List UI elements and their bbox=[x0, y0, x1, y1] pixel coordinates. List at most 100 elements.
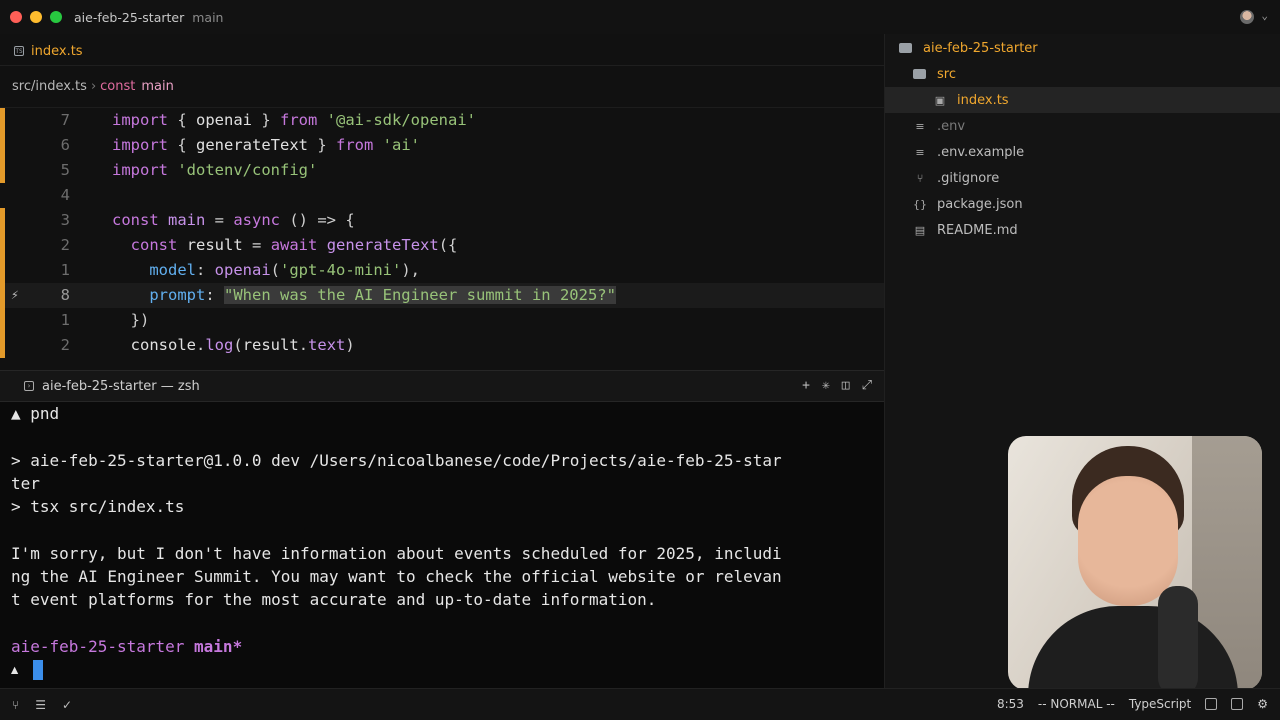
outline-icon[interactable]: ☰ bbox=[35, 698, 46, 712]
code-line[interactable]: 2 const result = await generateText({ bbox=[0, 233, 884, 258]
breadcrumb-file[interactable]: src/index.ts bbox=[12, 79, 87, 94]
explorer-file[interactable]: ≡ .env bbox=[913, 113, 965, 139]
git-change-marker bbox=[0, 133, 5, 158]
file-icon: ≡ bbox=[915, 119, 925, 133]
code-token: generateText bbox=[326, 236, 439, 254]
new-terminal-icon[interactable]: + bbox=[802, 378, 810, 393]
code-line[interactable]: 2 console.log(result.text) bbox=[0, 333, 884, 358]
code-line[interactable]: 4 bbox=[0, 183, 884, 208]
copilot-icon[interactable] bbox=[1205, 698, 1218, 710]
line-number: 5 bbox=[60, 161, 70, 179]
explorer-file[interactable]: ⑂ .gitignore bbox=[913, 165, 1000, 191]
code-token: : bbox=[196, 261, 215, 279]
line-number: 4 bbox=[60, 186, 70, 204]
code-token: () => { bbox=[280, 211, 355, 229]
code-line[interactable]: 7 import { openai } from '@ai-sdk/openai' bbox=[0, 108, 884, 133]
code-line[interactable]: 5 import 'dotenv/config' bbox=[0, 158, 884, 183]
code-line[interactable]: 6 import { generateText } from 'ai' bbox=[0, 133, 884, 158]
code-text: console.log(result.text) bbox=[112, 333, 355, 358]
code-token: . bbox=[196, 336, 206, 354]
terminal-line: > tsx src/index.ts bbox=[11, 497, 185, 517]
explorer-file[interactable]: ▤ README.md bbox=[913, 217, 1018, 243]
code-line[interactable]: 3 const main = async () => { bbox=[0, 208, 884, 233]
code-text: const main = async () => { bbox=[112, 208, 355, 233]
code-text: import { generateText } from 'ai' bbox=[112, 133, 420, 158]
explorer-file-label: .env.example bbox=[937, 144, 1025, 160]
settings-icon[interactable]: ⚙ bbox=[1257, 697, 1268, 711]
prompt-branch: main* bbox=[194, 637, 243, 656]
terminal-title: aie-feb-25-starter — zsh bbox=[42, 378, 200, 394]
expand-icon[interactable]: ⤢ bbox=[862, 378, 872, 393]
minimize-window-button[interactable] bbox=[30, 11, 42, 23]
terminal-line: I'm sorry, but I don't have information … bbox=[11, 543, 782, 563]
code-token: model bbox=[149, 261, 196, 279]
code-line[interactable]: ⚡ 8 prompt: "When was the AI Engineer sum… bbox=[0, 283, 884, 308]
line-number: 3 bbox=[60, 211, 70, 229]
language-mode[interactable]: TypeScript bbox=[1129, 697, 1191, 711]
split-pane-icon[interactable]: ◫ bbox=[842, 378, 850, 393]
code-token: } bbox=[252, 111, 280, 129]
close-window-button[interactable] bbox=[10, 11, 22, 23]
code-token: openai bbox=[196, 111, 252, 129]
code-token: = bbox=[242, 236, 271, 254]
code-line[interactable]: 1 model: openai('gpt-4o-mini'), bbox=[0, 258, 884, 283]
code-token: openai bbox=[214, 261, 271, 279]
code-line[interactable]: 1 }) bbox=[0, 308, 884, 333]
explorer-folder-src[interactable]: src bbox=[913, 61, 956, 87]
terminal-icon: › bbox=[24, 381, 34, 391]
code-token: import bbox=[112, 136, 168, 154]
status-right: 8:53 -- NORMAL -- TypeScript ⚙ bbox=[997, 697, 1268, 711]
code-text: import { openai } from '@ai-sdk/openai' bbox=[112, 108, 476, 133]
folder-icon bbox=[913, 69, 926, 79]
check-icon[interactable]: ✓ bbox=[62, 698, 72, 712]
file-icon: ▤ bbox=[914, 223, 926, 237]
code-token: const bbox=[112, 211, 159, 229]
git-change-marker bbox=[0, 308, 5, 333]
tab-label: index.ts bbox=[31, 43, 83, 59]
terminal-line: ▲ pnd bbox=[11, 404, 60, 423]
tab-index-ts[interactable]: TS index.ts bbox=[14, 39, 83, 63]
code-token: generateText bbox=[196, 136, 308, 154]
code-token: { bbox=[168, 111, 196, 129]
line-number: 1 bbox=[60, 311, 70, 329]
editor-tab-bar: TS index.ts bbox=[0, 34, 884, 66]
layout-icon[interactable] bbox=[1231, 698, 1244, 710]
explorer-file[interactable]: {} package.json bbox=[913, 191, 1023, 217]
code-editor[interactable]: 7 import { openai } from '@ai-sdk/openai'… bbox=[0, 108, 884, 370]
explorer-file-index-ts[interactable]: ▣ index.ts bbox=[885, 87, 1280, 113]
git-change-marker bbox=[0, 158, 5, 183]
breadcrumb-symbol[interactable]: main bbox=[141, 79, 173, 94]
code-token: from bbox=[280, 111, 318, 129]
terminal-actions: + ✳ ◫ ⤢ bbox=[802, 378, 872, 393]
code-text: import 'dotenv/config' bbox=[112, 158, 317, 183]
typescript-file-icon: TS bbox=[14, 46, 24, 56]
window-branch: main bbox=[192, 9, 224, 25]
git-change-marker bbox=[0, 233, 5, 258]
code-token: text bbox=[308, 336, 346, 354]
sparkle-icon[interactable]: ✳ bbox=[822, 378, 830, 393]
terminal-output[interactable]: ▲ pnd > aie-feb-25-starter@1.0.0 dev /Use… bbox=[0, 402, 884, 688]
terminal-input-line[interactable]: ▲ bbox=[11, 660, 43, 681]
code-token: 'ai' bbox=[382, 136, 420, 154]
code-token: { bbox=[168, 136, 196, 154]
code-token: = bbox=[205, 211, 234, 229]
chevron-down-icon[interactable]: ⌄ bbox=[1261, 9, 1268, 22]
explorer-file-label: .env bbox=[937, 118, 966, 134]
breadcrumb-keyword: const bbox=[100, 79, 136, 94]
file-icon: ⑂ bbox=[916, 171, 924, 185]
explorer-file[interactable]: ≡ .env.example bbox=[913, 139, 1024, 165]
explorer-file-label: index.ts bbox=[957, 92, 1009, 108]
user-avatar[interactable] bbox=[1240, 10, 1254, 24]
git-change-marker bbox=[0, 258, 5, 283]
lightning-icon[interactable]: ⚡ bbox=[11, 283, 19, 308]
code-token: result bbox=[186, 236, 243, 254]
explorer-root-folder[interactable]: aie-feb-25-starter bbox=[899, 35, 1038, 61]
git-branch-icon[interactable]: ⑂ bbox=[12, 698, 19, 712]
status-time: 8:53 bbox=[996, 697, 1024, 711]
git-change-marker bbox=[0, 333, 5, 358]
code-token: async bbox=[233, 211, 281, 229]
maximize-window-button[interactable] bbox=[50, 11, 62, 23]
